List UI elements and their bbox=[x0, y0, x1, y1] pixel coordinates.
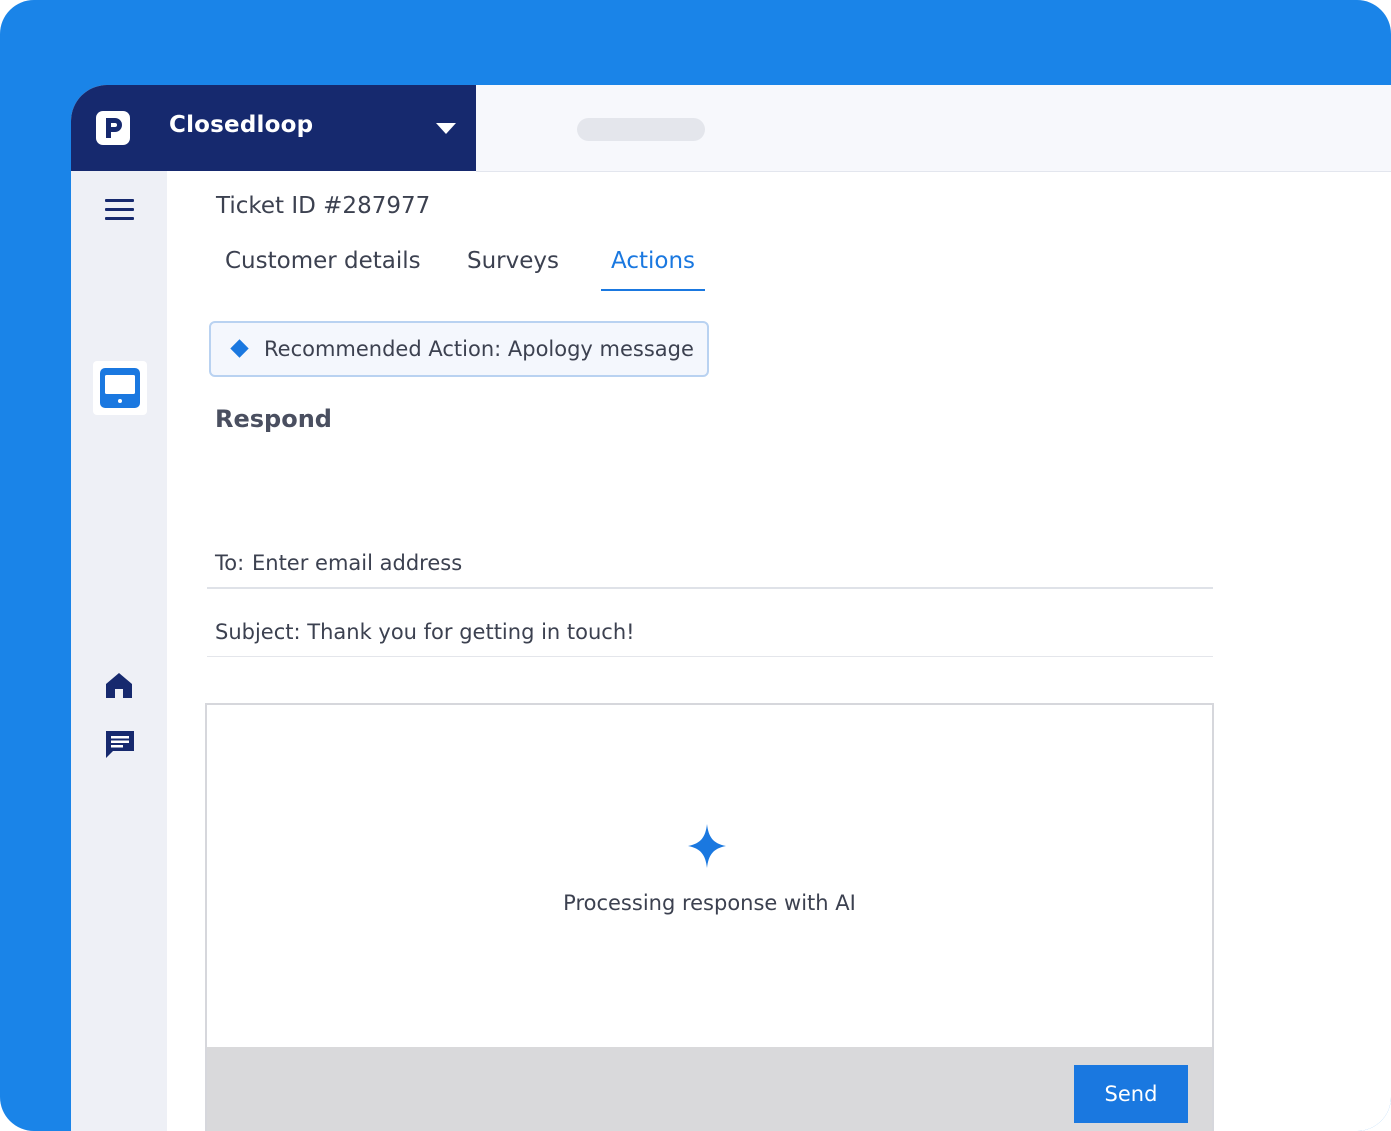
workspace-name: Closedloop bbox=[169, 112, 314, 138]
monitor-nav-button[interactable] bbox=[93, 361, 147, 415]
app-window: Closedloop Ticket ID #287977 Customer de… bbox=[71, 85, 1391, 1131]
search-placeholder-pill[interactable] bbox=[577, 118, 705, 141]
ticket-id: Ticket ID #287977 bbox=[216, 193, 431, 219]
tab-surveys[interactable]: Surveys bbox=[457, 247, 569, 289]
recommended-action-label: Recommended Action: Apology message bbox=[264, 337, 694, 361]
ticket-panel: Ticket ID #287977 Customer details Surve… bbox=[167, 171, 1391, 1131]
home-icon[interactable] bbox=[105, 671, 133, 703]
to-label: To: bbox=[215, 551, 245, 575]
top-bar bbox=[476, 85, 1391, 172]
sparkle-icon bbox=[688, 824, 726, 872]
monitor-icon bbox=[100, 368, 140, 408]
message-composer: Processing response with AI Send bbox=[205, 703, 1214, 1131]
recommended-action-chip[interactable]: Recommended Action: Apology message bbox=[209, 321, 709, 377]
chat-icon[interactable] bbox=[104, 728, 136, 764]
tab-actions[interactable]: Actions bbox=[601, 247, 706, 291]
composer-body[interactable]: Processing response with AI bbox=[207, 705, 1212, 1047]
subject-label: Subject: Thank you for getting in touch! bbox=[215, 620, 635, 644]
respond-heading: Respond bbox=[215, 405, 332, 433]
p-logo-icon bbox=[96, 111, 130, 145]
caret-down-icon[interactable] bbox=[436, 123, 456, 134]
tab-customer-details[interactable]: Customer details bbox=[215, 247, 431, 289]
subject-field[interactable]: Subject: Thank you for getting in touch! bbox=[207, 612, 1213, 657]
app-frame: Closedloop Ticket ID #287977 Customer de… bbox=[0, 0, 1391, 1131]
side-rail bbox=[71, 171, 167, 1131]
diamond-icon bbox=[230, 339, 249, 358]
processing-status: Processing response with AI bbox=[563, 891, 856, 915]
send-button[interactable]: Send bbox=[1074, 1065, 1188, 1123]
composer-footer: Send bbox=[207, 1047, 1212, 1131]
to-field: To: bbox=[207, 543, 1213, 589]
email-input[interactable] bbox=[252, 547, 1192, 579]
menu-icon[interactable] bbox=[105, 199, 134, 221]
workspace-switcher[interactable]: Closedloop bbox=[71, 85, 476, 171]
